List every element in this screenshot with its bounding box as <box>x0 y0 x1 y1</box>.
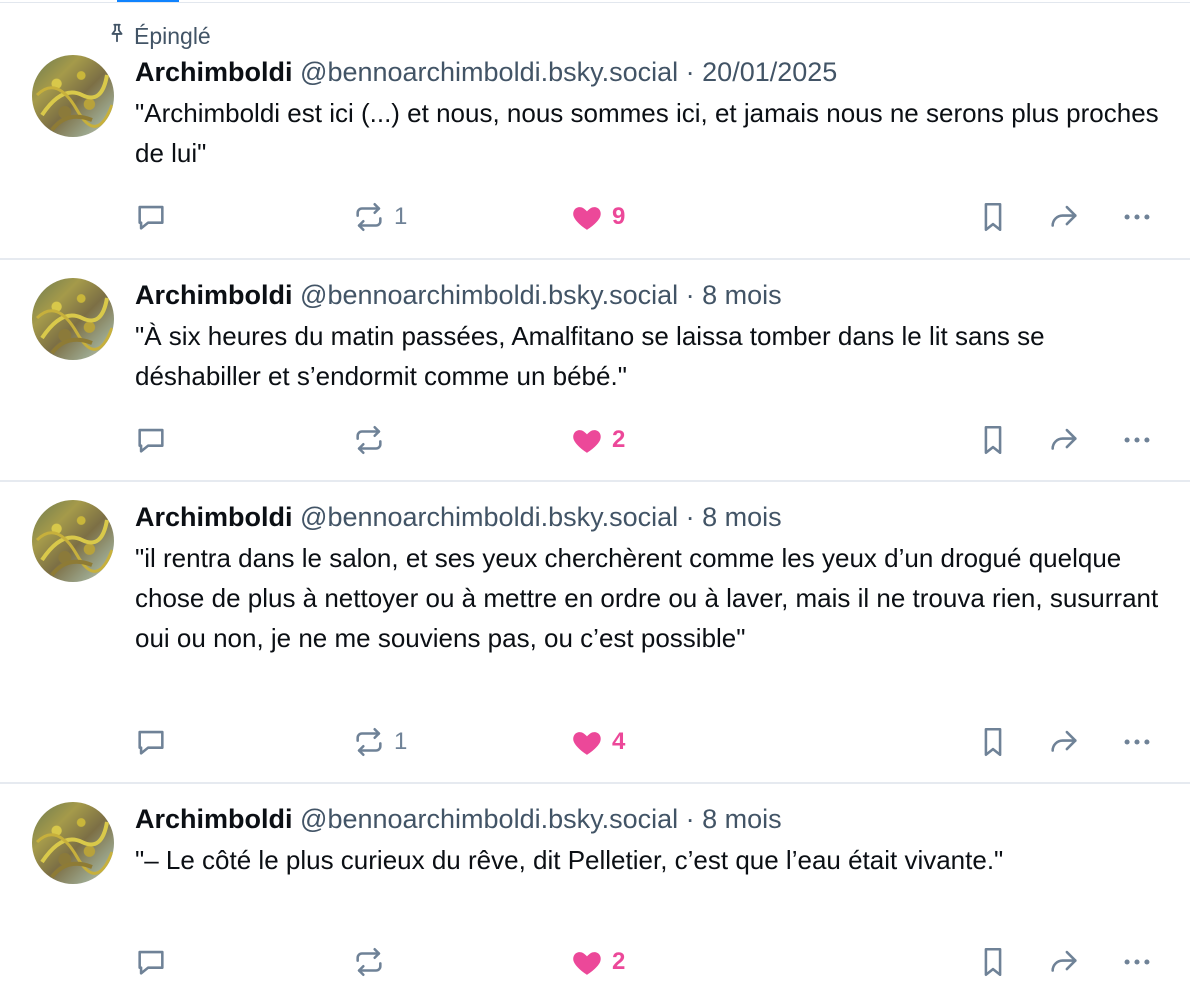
author-name[interactable]: Archimboldi <box>135 57 293 87</box>
like-button[interactable]: 4 <box>570 714 625 770</box>
bookmark-icon <box>976 423 1010 457</box>
repost-icon <box>352 200 386 234</box>
bookmark-button[interactable] <box>976 714 1010 770</box>
share-icon <box>1046 200 1082 234</box>
share-icon <box>1046 725 1082 759</box>
reply-icon <box>134 200 168 234</box>
like-count: 9 <box>612 203 626 230</box>
post-text: "Archimboldi est ici (...) et nous, nous… <box>135 98 1159 168</box>
post-meta: Archimboldi @bennoarchimboldi.bsky.socia… <box>135 278 1160 312</box>
more-icon <box>1120 200 1154 234</box>
heart-icon <box>570 725 604 759</box>
post-timestamp[interactable]: 20/01/2025 <box>702 57 837 87</box>
post-text: "À six heures du matin passées, Amalfita… <box>135 321 1045 391</box>
pin-icon <box>106 22 134 50</box>
post-item[interactable]: Archimboldi @bennoarchimboldi.bsky.socia… <box>0 784 1190 1004</box>
post-item[interactable]: Archimboldi @bennoarchimboldi.bsky.socia… <box>0 260 1190 482</box>
repost-button[interactable]: 1 <box>352 714 407 770</box>
post-timestamp[interactable]: 8 mois <box>702 804 782 834</box>
share-icon <box>1046 423 1082 457</box>
reply-button[interactable] <box>134 934 168 990</box>
post-feed: Épinglé Archimboldi @bennoarchimboldi.bs… <box>0 3 1190 1004</box>
post-item[interactable]: Archimboldi @bennoarchimboldi.bsky.socia… <box>0 482 1190 784</box>
post-timestamp[interactable]: 8 mois <box>702 502 782 532</box>
author-handle[interactable]: @bennoarchimboldi.bsky.social <box>300 804 678 834</box>
post-meta: Archimboldi @bennoarchimboldi.bsky.socia… <box>135 500 1160 534</box>
post-meta: Archimboldi @bennoarchimboldi.bsky.socia… <box>135 55 1160 89</box>
avatar[interactable] <box>32 278 114 360</box>
author-handle[interactable]: @bennoarchimboldi.bsky.social <box>300 280 678 310</box>
more-button[interactable] <box>1120 714 1154 770</box>
more-button[interactable] <box>1120 412 1154 468</box>
like-button[interactable]: 2 <box>570 412 625 468</box>
share-button[interactable] <box>1046 934 1082 990</box>
reply-icon <box>134 725 168 759</box>
repost-button[interactable] <box>352 412 394 468</box>
reply-button[interactable] <box>134 412 168 468</box>
author-handle[interactable]: @bennoarchimboldi.bsky.social <box>300 57 678 87</box>
share-icon <box>1046 945 1082 979</box>
like-button[interactable]: 9 <box>570 189 625 245</box>
reply-icon <box>134 945 168 979</box>
bookmark-icon <box>976 945 1010 979</box>
post-timestamp[interactable]: 8 mois <box>702 280 782 310</box>
post-actions: 2 <box>0 934 1190 990</box>
repost-icon <box>352 945 386 979</box>
post-text: "– Le côté le plus curieux du rêve, dit … <box>135 845 1004 875</box>
bookmark-icon <box>976 200 1010 234</box>
author-name[interactable]: Archimboldi <box>135 502 293 532</box>
post-actions: 2 <box>0 412 1190 468</box>
author-name[interactable]: Archimboldi <box>135 804 293 834</box>
pinned-label: Épinglé <box>134 22 211 49</box>
repost-icon <box>352 725 386 759</box>
share-button[interactable] <box>1046 412 1082 468</box>
author-handle[interactable]: @bennoarchimboldi.bsky.social <box>300 502 678 532</box>
post-item[interactable]: Épinglé Archimboldi @bennoarchimboldi.bs… <box>0 3 1190 260</box>
heart-icon <box>570 945 604 979</box>
pinned-indicator: Épinglé <box>0 3 1190 55</box>
repost-icon <box>352 423 386 457</box>
share-button[interactable] <box>1046 714 1082 770</box>
more-button[interactable] <box>1120 934 1154 990</box>
like-count: 2 <box>612 426 626 453</box>
post-text: "il rentra dans le salon, et ses yeux ch… <box>135 543 1159 653</box>
bookmark-button[interactable] <box>976 189 1010 245</box>
post-meta: Archimboldi @bennoarchimboldi.bsky.socia… <box>135 802 1160 836</box>
heart-icon <box>570 423 604 457</box>
more-icon <box>1120 945 1154 979</box>
reply-button[interactable] <box>134 189 168 245</box>
repost-count: 1 <box>394 203 408 230</box>
reply-icon <box>134 423 168 457</box>
meta-separator: · <box>685 804 695 834</box>
more-icon <box>1120 423 1154 457</box>
more-icon <box>1120 725 1154 759</box>
heart-icon <box>570 200 604 234</box>
avatar[interactable] <box>32 55 114 137</box>
meta-separator: · <box>685 57 695 87</box>
repost-button[interactable] <box>352 934 394 990</box>
meta-separator: · <box>685 280 695 310</box>
bookmark-icon <box>976 725 1010 759</box>
like-button[interactable]: 2 <box>570 934 625 990</box>
post-actions: 1 9 <box>0 189 1190 245</box>
avatar[interactable] <box>32 500 114 582</box>
author-name[interactable]: Archimboldi <box>135 280 293 310</box>
like-count: 2 <box>612 948 626 975</box>
meta-separator: · <box>685 502 695 532</box>
bookmark-button[interactable] <box>976 412 1010 468</box>
like-count: 4 <box>612 728 626 755</box>
post-actions: 1 4 <box>0 714 1190 770</box>
repost-count: 1 <box>394 728 408 755</box>
reply-button[interactable] <box>134 714 168 770</box>
share-button[interactable] <box>1046 189 1082 245</box>
avatar[interactable] <box>32 802 114 884</box>
bookmark-button[interactable] <box>976 934 1010 990</box>
more-button[interactable] <box>1120 189 1154 245</box>
repost-button[interactable]: 1 <box>352 189 407 245</box>
